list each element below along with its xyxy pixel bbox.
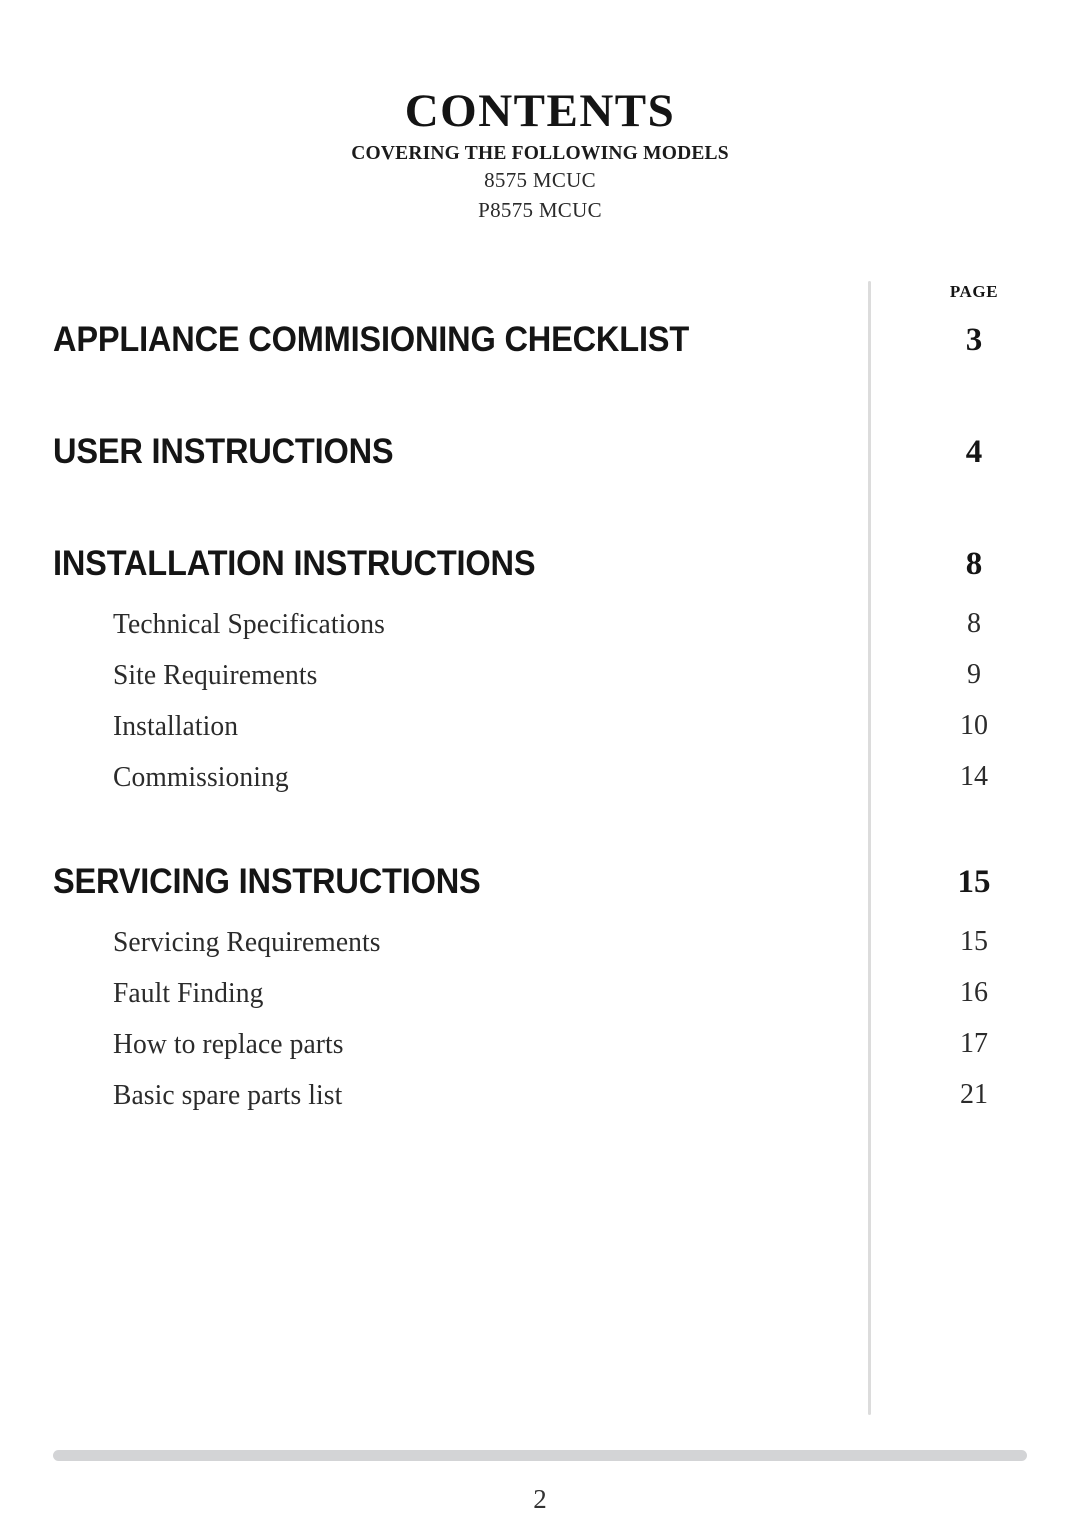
toc-entry-page: 3	[965, 322, 983, 358]
toc-entry-label: APPLIANCE COMMISIONING CHECKLIST	[53, 320, 690, 359]
toc-entry-page: 4	[965, 434, 983, 470]
toc-entry-page: 15	[957, 864, 991, 900]
toc-subentry-page: 9	[967, 659, 981, 690]
models-covered-label: COVERING THE FOLLOWING MODELS	[351, 142, 729, 164]
toc-subentry-page: 15	[960, 926, 988, 957]
toc-subentry-page: 17	[960, 1028, 988, 1059]
toc-subentry[interactable]: Servicing Requirements 15	[0, 922, 1080, 973]
model-number-2: P8575 MCUC	[478, 198, 602, 223]
toc-subentry-label: Basic spare parts list	[113, 1079, 343, 1111]
toc-subentry-page: 14	[960, 761, 988, 792]
toc-entry-major[interactable]: INSTALLATION INSTRUCTIONS 8	[0, 542, 1080, 604]
footer-divider-rule	[53, 1450, 1027, 1461]
toc-subentry[interactable]: Commissioning 14	[0, 757, 1080, 808]
toc-subentry-label: How to replace parts	[113, 1028, 344, 1060]
toc-subentry-label: Commissioning	[113, 761, 289, 793]
toc-subentry-label: Technical Specifications	[113, 608, 385, 640]
page-title: CONTENTS	[404, 85, 676, 137]
toc-entry-label: SERVICING INSTRUCTIONS	[53, 862, 481, 901]
toc-subentry-page: 10	[960, 710, 988, 741]
toc-entry-major[interactable]: SERVICING INSTRUCTIONS 15	[0, 860, 1080, 922]
toc-entry-major[interactable]: APPLIANCE COMMISIONING CHECKLIST 3	[0, 318, 1080, 430]
toc-subentry[interactable]: Technical Specifications 8	[0, 604, 1080, 655]
toc-subentry[interactable]: Site Requirements 9	[0, 655, 1080, 706]
footer-page-number: 2	[533, 1484, 547, 1514]
toc-subentry[interactable]: Installation 10	[0, 706, 1080, 757]
page-column-header: PAGE	[949, 282, 999, 301]
table-of-contents: APPLIANCE COMMISIONING CHECKLIST 3 USER …	[0, 318, 1080, 1126]
contents-page: CONTENTS COVERING THE FOLLOWING MODELS 8…	[0, 0, 1080, 1528]
toc-subentry-page: 16	[960, 977, 988, 1008]
toc-entry-label: INSTALLATION INSTRUCTIONS	[53, 544, 536, 583]
toc-entry-major[interactable]: USER INSTRUCTIONS 4	[0, 430, 1080, 542]
toc-entry-label: USER INSTRUCTIONS	[53, 432, 394, 471]
page-header: CONTENTS COVERING THE FOLLOWING MODELS 8…	[0, 85, 1080, 226]
toc-entry-page: 8	[965, 546, 983, 582]
toc-subentry[interactable]: Fault Finding 16	[0, 973, 1080, 1024]
toc-subentry-page: 21	[960, 1079, 988, 1110]
toc-subentry-page: 8	[967, 608, 981, 639]
toc-subentry-label: Site Requirements	[113, 659, 318, 691]
toc-subentry[interactable]: Basic spare parts list 21	[0, 1075, 1080, 1126]
toc-subentry-label: Installation	[113, 710, 239, 742]
toc-subentry-label: Servicing Requirements	[113, 926, 381, 958]
toc-subentry[interactable]: How to replace parts 17	[0, 1024, 1080, 1075]
toc-subentry-label: Fault Finding	[113, 977, 264, 1009]
model-number-1: 8575 MCUC	[484, 168, 596, 193]
